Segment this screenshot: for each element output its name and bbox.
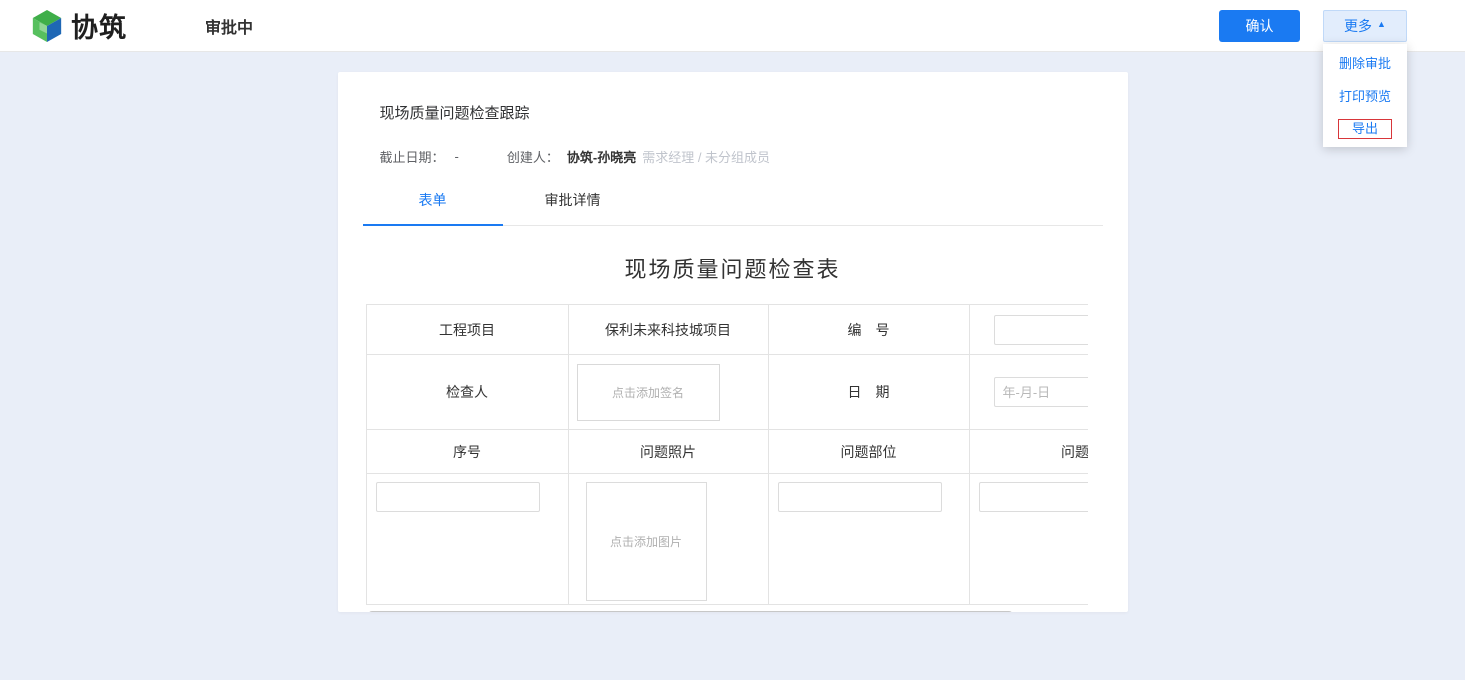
form-title: 现场质量问题检查表 [338, 252, 1128, 284]
approval-detail-card: 现场质量问题检查跟踪 截止日期： - 创建人： 协筑-孙晓亮 需求经理 / 未分… [338, 72, 1128, 612]
more-button[interactable]: 更多 ▲ [1323, 10, 1407, 42]
table-header-row: 序号 问题照片 问题部位 问题描述 [366, 430, 1088, 474]
header-serial: 序号 [366, 430, 568, 474]
form-table-wrapper: 工程项目 保利未来科技城项目 编 号 检查人 点击添加签名 日 期 [366, 304, 1088, 605]
logo-text: 协筑 [71, 6, 127, 45]
header-location: 问题部位 [768, 430, 969, 474]
table-row: 点击添加图片 [366, 474, 1088, 605]
number-label: 编 号 [768, 305, 969, 355]
creator-name: 协筑-孙晓亮 [567, 147, 636, 166]
creator-role: 需求经理 / 未分组成员 [642, 147, 770, 166]
date-cell [969, 355, 1088, 430]
more-button-label: 更多 [1344, 16, 1372, 36]
photo-upload-box[interactable]: 点击添加图片 [586, 482, 707, 601]
deadline-value: - [455, 149, 459, 164]
tab-form[interactable]: 表单 [363, 182, 503, 225]
signature-upload-box[interactable]: 点击添加签名 [577, 364, 720, 421]
tab-bar: 表单 审批详情 [363, 182, 1103, 226]
number-input[interactable] [994, 315, 1088, 345]
table-row: 检查人 点击添加签名 日 期 [366, 355, 1088, 430]
header-photo: 问题照片 [568, 430, 768, 474]
number-cell [969, 305, 1088, 355]
project-label: 工程项目 [366, 305, 568, 355]
location-cell [768, 474, 969, 605]
page-title: 审批中 [205, 14, 253, 38]
project-value: 保利未来科技城项目 [568, 305, 768, 355]
more-dropdown-menu: 删除审批 打印预览 导出 [1323, 44, 1407, 147]
location-input[interactable] [778, 482, 942, 512]
confirm-button[interactable]: 确认 [1219, 10, 1300, 42]
table-row: 工程项目 保利未来科技城项目 编 号 [366, 305, 1088, 355]
menu-item-export[interactable]: 导出 [1323, 112, 1407, 145]
photo-cell: 点击添加图片 [568, 474, 768, 605]
logo: 协筑 [30, 6, 127, 45]
logo-icon [30, 9, 64, 43]
menu-item-delete-approval[interactable]: 删除审批 [1323, 46, 1407, 79]
horizontal-scrollbar-thumb[interactable] [368, 611, 1013, 612]
serial-cell [366, 474, 568, 605]
signature-cell: 点击添加签名 [568, 355, 768, 430]
approval-title: 现场质量问题检查跟踪 [338, 72, 1128, 123]
form-table: 工程项目 保利未来科技城项目 编 号 检查人 点击添加签名 日 期 [366, 304, 1088, 605]
tab-approval-detail[interactable]: 审批详情 [503, 182, 643, 225]
inspector-label: 检查人 [366, 355, 568, 430]
topbar: 协筑 审批中 确认 更多 ▲ [0, 0, 1465, 52]
chevron-up-icon: ▲ [1377, 20, 1386, 29]
creator-label: 创建人： [507, 147, 559, 166]
main-content: 现场质量问题检查跟踪 截止日期： - 创建人： 协筑-孙晓亮 需求经理 / 未分… [0, 72, 1465, 612]
date-label: 日 期 [768, 355, 969, 430]
serial-input[interactable] [376, 482, 540, 512]
header-description: 问题描述 [969, 430, 1088, 474]
meta-row: 截止日期： - 创建人： 协筑-孙晓亮 需求经理 / 未分组成员 [380, 147, 1086, 166]
horizontal-scrollbar-track [366, 611, 1088, 612]
description-cell [969, 474, 1088, 605]
date-input[interactable] [994, 377, 1088, 407]
export-annotation-box: 导出 [1338, 119, 1392, 139]
menu-item-print-preview[interactable]: 打印预览 [1323, 79, 1407, 112]
topbar-actions: 确认 更多 ▲ [1219, 10, 1407, 42]
description-input[interactable] [979, 482, 1088, 512]
deadline-label: 截止日期： [380, 147, 445, 166]
